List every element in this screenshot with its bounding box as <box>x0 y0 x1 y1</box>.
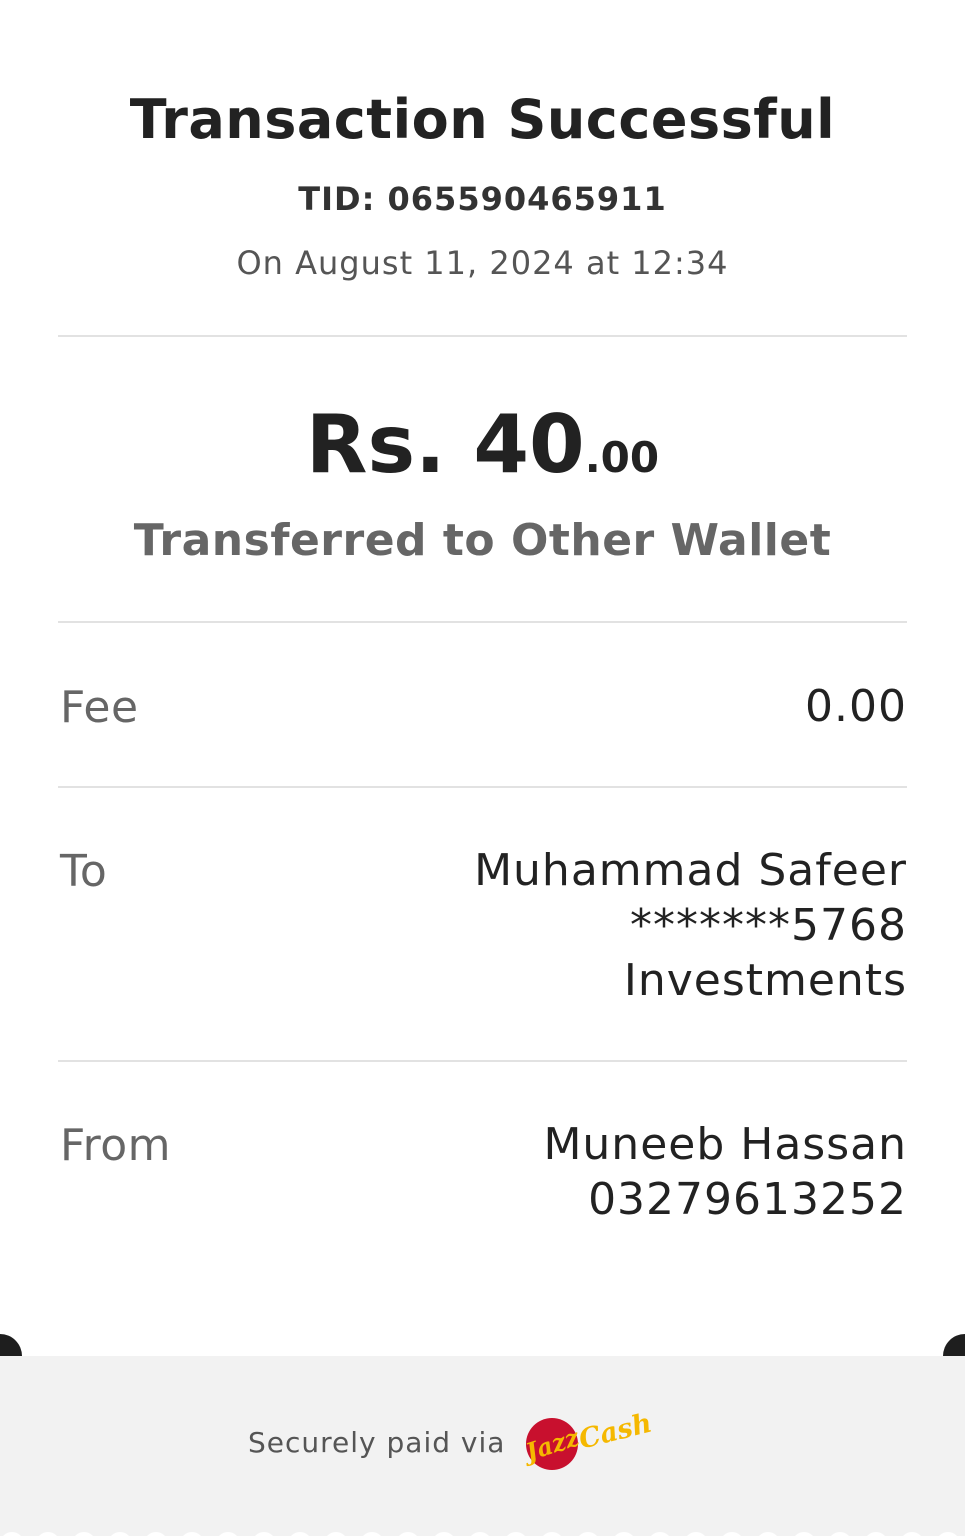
scalloped-edge <box>3 1532 957 1536</box>
divider <box>58 621 907 623</box>
secure-payment-text: Securely paid via <box>248 1426 506 1459</box>
transfer-type: Transferred to Other Wallet <box>133 515 832 566</box>
transaction-date: On August 11, 2024 at 12:34 <box>236 244 729 282</box>
amount-main: Rs. 40 <box>305 398 585 491</box>
svg-text:Cash: Cash <box>576 1408 655 1456</box>
jazzcash-logo-icon: Jazz Cash <box>520 1408 655 1470</box>
amount-cents: .00 <box>584 433 660 482</box>
divider <box>58 1060 907 1062</box>
amount: Rs. 40.00 <box>0 398 965 491</box>
from-value: Muneeb Hassan 03279613252 <box>543 1117 907 1227</box>
transaction-id: TID: 065590465911 <box>298 180 667 218</box>
recipient-bank: Investments <box>623 955 907 1006</box>
to-value: Muhammad Safeer *******5768 Investments <box>474 843 907 1008</box>
fee-amount: 0.00 <box>805 681 907 732</box>
fee-value: 0.00 <box>805 679 907 734</box>
footer: Securely paid via Jazz Cash <box>0 1356 965 1536</box>
page-title: Transaction Successful <box>129 88 836 151</box>
sender-number: 03279613252 <box>588 1174 907 1225</box>
to-label: To <box>60 846 108 897</box>
recipient-account: *******5768 <box>630 900 907 951</box>
recipient-name: Muhammad Safeer <box>474 845 907 896</box>
receipt-card: Transaction Successful TID: 065590465911… <box>0 0 965 1356</box>
from-label: From <box>60 1120 172 1171</box>
fee-label: Fee <box>60 682 139 733</box>
sender-name: Muneeb Hassan <box>543 1119 907 1170</box>
divider <box>58 786 907 788</box>
divider <box>58 335 907 337</box>
